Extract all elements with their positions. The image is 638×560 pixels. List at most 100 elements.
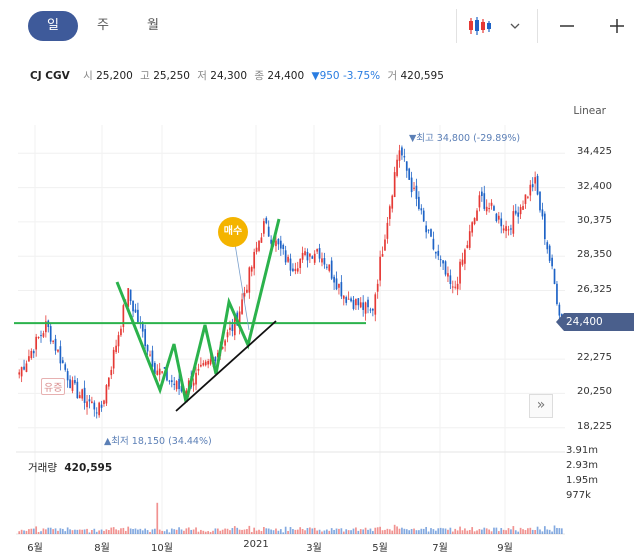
volume-bar — [527, 528, 529, 534]
volume-bar — [495, 527, 498, 534]
candle-body — [112, 349, 115, 369]
candle-body — [37, 336, 40, 338]
candle-body — [490, 202, 493, 206]
time-tick-label: 3월 — [306, 543, 322, 554]
candle-body — [352, 299, 355, 309]
candle-body — [313, 253, 316, 263]
candle-body — [391, 195, 394, 209]
volume-bar — [86, 528, 88, 534]
candle-body — [524, 194, 527, 204]
volume-bar — [359, 529, 362, 534]
volume-bar — [129, 528, 132, 534]
candle-body — [229, 327, 231, 331]
volume-bar — [522, 529, 524, 534]
volume-bar — [398, 528, 401, 534]
candle-body — [379, 256, 381, 281]
candle-body — [306, 251, 309, 261]
time-tick-label: 7월 — [432, 543, 448, 554]
volume-bar — [415, 530, 418, 534]
volume-bar — [204, 531, 207, 534]
volume-bar — [173, 529, 176, 534]
volume-bar — [330, 528, 333, 534]
candle-body — [357, 298, 360, 306]
volume-bar — [430, 528, 432, 534]
candle-body — [253, 251, 256, 269]
volume-bar — [488, 529, 490, 534]
candle-body — [158, 368, 161, 375]
candle-body — [396, 159, 398, 176]
volume-bar — [178, 527, 180, 534]
candle-body — [204, 361, 207, 366]
time-tick-label: 9월 — [497, 543, 513, 554]
volume-bar — [248, 525, 251, 534]
price-tick-label: 32,400 — [577, 180, 612, 192]
candle-body — [231, 324, 234, 332]
candle-body — [405, 161, 408, 171]
buy-badge[interactable]: 매수 — [218, 217, 248, 247]
candle-body — [71, 380, 74, 391]
volume-bar — [115, 529, 117, 534]
time-tick-label: 2021 — [243, 539, 269, 550]
candle-body — [86, 401, 88, 408]
candle-body — [342, 295, 345, 299]
volume-bar — [471, 527, 474, 534]
volume-bar — [183, 530, 185, 534]
volume-bar — [120, 528, 122, 534]
volume-bar — [66, 527, 69, 534]
volume-bar — [539, 529, 541, 534]
candle-body — [98, 402, 100, 416]
candle-body — [161, 371, 163, 373]
candle-body — [471, 222, 474, 233]
rights-issue-badge[interactable]: 유증 — [41, 378, 66, 395]
volume-bar — [364, 527, 367, 534]
candle-body — [398, 150, 401, 161]
volume-bar — [510, 529, 512, 534]
candle-body — [149, 354, 151, 356]
candle-body — [74, 380, 76, 384]
volume-bar — [47, 527, 50, 534]
double-chevron-right-icon: » — [536, 397, 546, 413]
volume-bar — [260, 531, 263, 534]
volume-bar — [384, 529, 386, 534]
volume-bar — [333, 529, 335, 534]
candle-body — [173, 383, 176, 386]
candle-body — [432, 238, 435, 250]
candle-body — [207, 360, 209, 365]
volume-bar — [195, 527, 197, 534]
volume-bar — [461, 530, 464, 534]
volume-bar — [519, 527, 522, 534]
volume-bar — [490, 531, 493, 534]
volume-bar — [311, 528, 314, 534]
volume-bar — [497, 531, 500, 534]
volume-bar — [246, 529, 248, 534]
candle-body — [531, 184, 534, 188]
candle-body — [49, 326, 52, 342]
candle-body — [248, 267, 251, 293]
candle-body — [464, 249, 466, 264]
candle-body — [338, 283, 340, 288]
volume-bar — [71, 530, 74, 534]
expand-button[interactable]: » — [529, 394, 553, 418]
candle-body — [226, 332, 229, 338]
candle-body — [418, 196, 420, 209]
candle-body — [335, 278, 338, 290]
volume-bar — [275, 528, 277, 534]
candle-body — [558, 304, 561, 316]
candle-body — [168, 380, 171, 382]
volume-bar — [362, 529, 365, 534]
candle-body — [420, 208, 423, 211]
candle-body — [129, 289, 132, 302]
volume-bar — [98, 530, 100, 534]
volume-bar — [238, 529, 241, 534]
candle-body — [311, 256, 314, 259]
volume-bar — [163, 531, 166, 534]
candles — [18, 144, 563, 419]
candle-body — [318, 248, 321, 259]
volume-bar — [112, 527, 115, 534]
candle-body — [32, 351, 35, 354]
volume-bar — [35, 526, 38, 534]
volume-bar — [137, 529, 139, 534]
volume-tick-label: 977k — [566, 490, 591, 501]
candle-body — [386, 222, 389, 239]
candle-body — [553, 268, 556, 284]
